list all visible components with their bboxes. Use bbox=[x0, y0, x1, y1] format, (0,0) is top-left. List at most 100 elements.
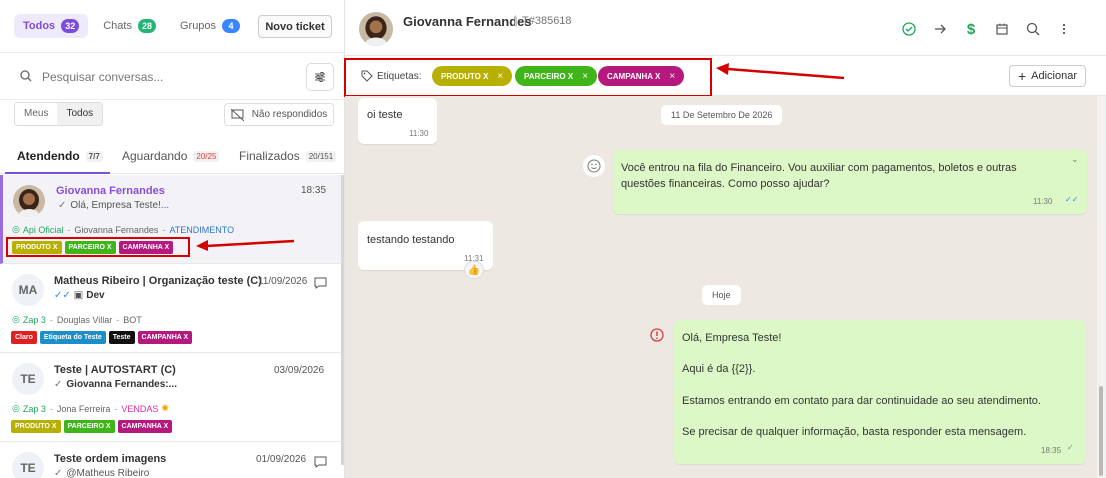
filter-chats[interactable]: Chats 28 bbox=[94, 14, 165, 38]
queue-status: VENDAS bbox=[121, 403, 159, 414]
add-tag-button[interactable]: + Adicionar bbox=[1009, 65, 1086, 87]
message-text: Você entrou na fila do Financeiro. Vou a… bbox=[621, 162, 1017, 190]
search-icon bbox=[1026, 22, 1040, 36]
search-messages-button[interactable] bbox=[1025, 21, 1041, 37]
chat-scrollbar[interactable] bbox=[1097, 96, 1106, 478]
tag: Etiqueta do Teste bbox=[39, 331, 106, 344]
add-tag-label: Adicionar bbox=[1031, 70, 1078, 82]
chat-header: Giovanna Fernandes T#385618 $ bbox=[345, 0, 1106, 56]
message-line: Olá, Empresa Teste! bbox=[682, 332, 782, 344]
schedule-button[interactable] bbox=[994, 21, 1010, 37]
annotation-arrow-icon bbox=[196, 239, 295, 251]
payment-button[interactable]: $ bbox=[963, 21, 979, 38]
last-message-time: 11/09/2026 bbox=[258, 276, 308, 287]
message-line: Aqui é da {{2}}. bbox=[682, 363, 756, 375]
double-check-icon: ✓✓ bbox=[1065, 195, 1079, 204]
annotation-box bbox=[344, 58, 712, 97]
message-text: oi teste bbox=[367, 109, 403, 121]
read-check-icon: ✓ bbox=[54, 468, 63, 478]
read-check-icon: ✓ bbox=[54, 379, 63, 390]
separator: - bbox=[49, 314, 53, 325]
filter-label: Chats bbox=[103, 20, 132, 32]
tab-count: 20/151 bbox=[305, 150, 337, 162]
outgoing-message[interactable]: Você entrou na fila do Financeiro. Vou a… bbox=[613, 150, 1087, 214]
channel-name: Zap 3 bbox=[22, 314, 46, 325]
message-preview: ✓ Giovanna Fernandes:... bbox=[54, 379, 177, 390]
contact-name: Matheus Ribeiro | Organização teste (C) bbox=[54, 275, 262, 287]
chat-bubble-icon[interactable] bbox=[314, 456, 327, 468]
chat-bubble-icon[interactable] bbox=[314, 277, 327, 289]
contact-name: Teste ordem imagens bbox=[54, 453, 167, 465]
new-ticket-button[interactable]: Novo ticket bbox=[258, 15, 332, 38]
annotation-arrow-icon bbox=[716, 63, 845, 80]
scope-toggle: Meus Todos bbox=[14, 102, 104, 126]
resolve-button[interactable] bbox=[901, 21, 917, 37]
filter-tabs: Todos 32 Chats 28 Grupos 4 bbox=[14, 14, 255, 38]
thumbs-up-reaction-icon[interactable]: 👍 bbox=[464, 261, 484, 279]
tab-label: Finalizados bbox=[239, 149, 300, 163]
error-alert-icon[interactable] bbox=[650, 328, 664, 342]
react-button[interactable] bbox=[583, 155, 605, 177]
list-scrollbar[interactable] bbox=[341, 175, 344, 465]
agent-name: Douglas Villar bbox=[56, 314, 113, 325]
tab-finalizados[interactable]: Finalizados 20/151 bbox=[239, 149, 337, 163]
last-message-time: 01/09/2026 bbox=[256, 454, 307, 465]
message-time: 11:30 bbox=[409, 129, 429, 138]
plus-icon: + bbox=[1017, 68, 1027, 84]
unanswered-filter-button[interactable]: Não respondidos bbox=[224, 103, 334, 126]
channel-name: Zap 3 bbox=[22, 403, 46, 414]
conversation-meta: ◎ Zap 3 - Douglas Villar - BOT bbox=[12, 314, 142, 325]
scope-todos[interactable]: Todos bbox=[57, 103, 103, 125]
message-preview: ✓✓ ▣ Dev bbox=[54, 290, 105, 301]
tag-list: Claro Etiqueta do Teste Teste CAMPANHA X bbox=[11, 331, 195, 344]
sync-icon: ✺ bbox=[161, 403, 169, 413]
search-bar: Pesquisar conversas... bbox=[0, 52, 344, 100]
search-input[interactable]: Pesquisar conversas... bbox=[42, 70, 163, 84]
conversation-item[interactable]: MA Matheus Ribeiro | Organização teste (… bbox=[0, 264, 341, 353]
kebab-menu-icon bbox=[1062, 23, 1066, 35]
message-line: Estamos entrando em contato para dar con… bbox=[682, 395, 1041, 407]
separator: - bbox=[116, 314, 120, 325]
scrollbar-thumb[interactable] bbox=[1099, 386, 1103, 476]
transfer-button[interactable] bbox=[932, 21, 948, 37]
active-tab-underline bbox=[5, 172, 110, 174]
filter-grupos[interactable]: Grupos 4 bbox=[171, 14, 249, 38]
conversation-item[interactable]: TE Teste | AUTOSTART (C) 03/09/2026 ✓ Gi… bbox=[0, 353, 341, 442]
separator: - bbox=[114, 403, 118, 414]
search-icon bbox=[20, 70, 32, 82]
filter-label: Todos bbox=[23, 20, 56, 32]
date-divider: 11 De Setembro De 2026 bbox=[661, 105, 783, 125]
preview-text: Olá, Empresa Teste!... bbox=[70, 200, 170, 211]
last-message-time: 18:35 bbox=[301, 185, 327, 196]
chevron-down-icon[interactable]: ⌄ bbox=[1071, 154, 1079, 165]
annotation-box bbox=[6, 237, 190, 257]
filter-todos[interactable]: Todos 32 bbox=[14, 14, 89, 38]
more-options-button[interactable] bbox=[1056, 21, 1072, 37]
date-divider: Hoje bbox=[702, 285, 741, 305]
whatsapp-icon: ◎ bbox=[12, 314, 20, 324]
tab-atendendo[interactable]: Atendendo 7/7 bbox=[17, 149, 103, 163]
single-check-icon: ✓ bbox=[1067, 443, 1074, 452]
header-actions: $ bbox=[901, 21, 1087, 38]
user-photo-icon bbox=[13, 185, 45, 217]
tag: Claro bbox=[11, 331, 37, 344]
tag: PARCEIRO X bbox=[63, 420, 115, 433]
scope-meus[interactable]: Meus bbox=[15, 103, 57, 125]
tag: CAMPANHA X bbox=[117, 420, 173, 433]
smiley-icon bbox=[587, 159, 601, 173]
incoming-message[interactable]: oi teste 11:30 bbox=[358, 98, 437, 144]
message-time: 11:30 bbox=[1033, 197, 1053, 206]
avatar[interactable] bbox=[359, 12, 393, 46]
status-tabs: Atendendo 7/7 Aguardando 20/25 Finalizad… bbox=[0, 137, 344, 174]
queue-status: ATENDIMENTO bbox=[169, 224, 235, 235]
conversation-item[interactable]: TE Teste ordem imagens 01/09/2026 ✓ @Mat… bbox=[0, 442, 341, 478]
message-time: 18:35 bbox=[1041, 446, 1062, 455]
read-check-icon: ✓ bbox=[58, 200, 67, 211]
image-icon: ▣ bbox=[73, 290, 84, 301]
tab-aguardando[interactable]: Aguardando 20/25 bbox=[122, 149, 220, 163]
filter-settings-button[interactable] bbox=[306, 63, 334, 91]
message-area: oi teste 11:30 11 De Setembro De 2026 Vo… bbox=[345, 96, 1097, 478]
conversation-meta: ◎ Api Oficial - Giovanna Fernandes - ATE… bbox=[12, 224, 234, 235]
user-photo-icon bbox=[359, 12, 393, 46]
outgoing-template-message[interactable]: Olá, Empresa Teste! Aqui é da {{2}}. Est… bbox=[674, 320, 1086, 464]
